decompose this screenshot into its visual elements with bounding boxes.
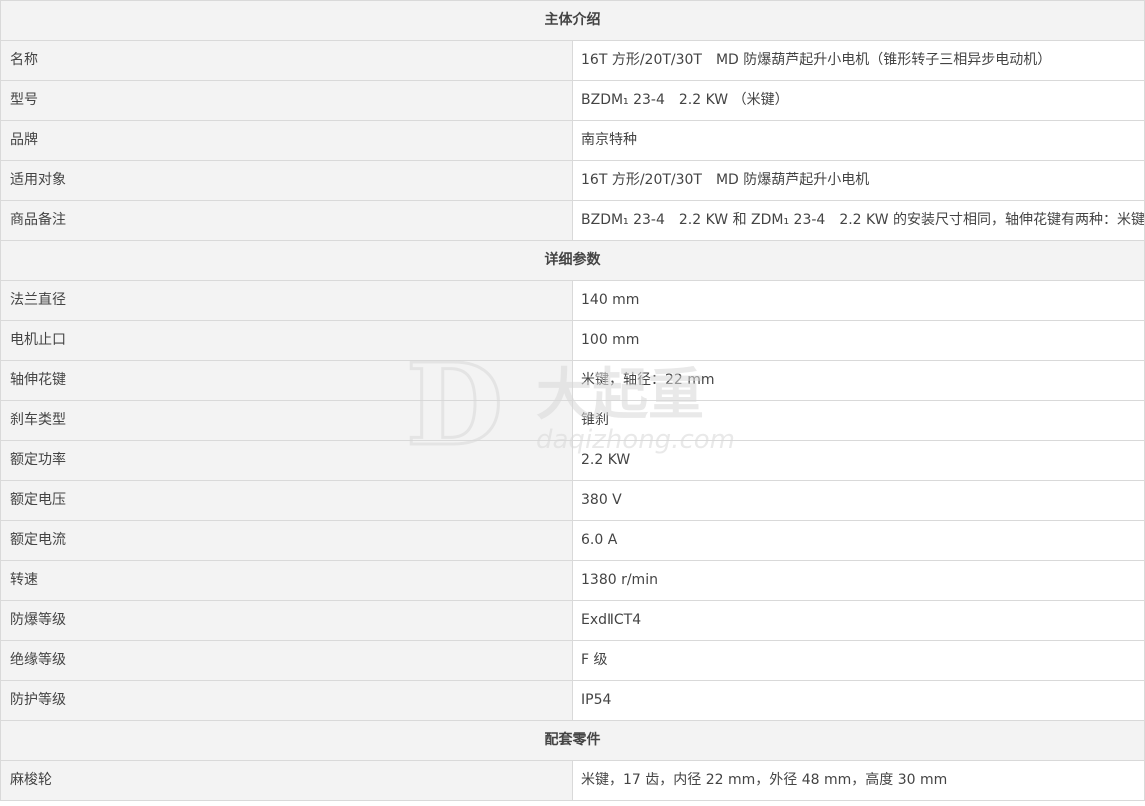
table-row: 额定电流 6.0 A [0,520,1145,561]
row-label: 法兰直径 [0,280,573,321]
row-value: 1380 r/min [572,560,1145,601]
table-row: 转速 1380 r/min [0,560,1145,601]
row-value: ExdⅡCT4 [572,600,1145,641]
row-value: 100 mm [572,320,1145,361]
section-header-parts: 配套零件 [0,720,1145,761]
table-row: 适用对象 16T 方形/20T/30T MD 防爆葫芦起升小电机 [0,160,1145,201]
row-value: 米键，17 齿，内径 22 mm，外径 48 mm，高度 30 mm [572,760,1145,801]
row-value: 锥刹 [572,400,1145,441]
row-value: 140 mm [572,280,1145,321]
row-label: 型号 [0,80,573,121]
table-row: 轴伸花键 米键，轴径：22 mm [0,360,1145,401]
table-row: 额定电压 380 V [0,480,1145,521]
row-label: 适用对象 [0,160,573,201]
table-row: 额定功率 2.2 KW [0,440,1145,481]
row-value: BZDM₁ 23-4 2.2 KW 和 ZDM₁ 23-4 2.2 KW 的安装… [572,200,1145,241]
section-header-intro: 主体介绍 [0,0,1145,41]
row-label: 品牌 [0,120,573,161]
row-value: 6.0 A [572,520,1145,561]
table-row: 电机止口 100 mm [0,320,1145,361]
table-row: 名称 16T 方形/20T/30T MD 防爆葫芦起升小电机（锥形转子三相异步电… [0,40,1145,81]
row-label: 名称 [0,40,573,81]
row-value: 2.2 KW [572,440,1145,481]
table-row: 防爆等级 ExdⅡCT4 [0,600,1145,641]
row-label: 商品备注 [0,200,573,241]
row-value: F 级 [572,640,1145,681]
table-row: 品牌 南京特种 [0,120,1145,161]
table-row: 刹车类型 锥刹 [0,400,1145,441]
row-value: 南京特种 [572,120,1145,161]
row-label: 绝缘等级 [0,640,573,681]
row-label: 轴伸花键 [0,360,573,401]
row-label: 防爆等级 [0,600,573,641]
spec-table: 主体介绍 名称 16T 方形/20T/30T MD 防爆葫芦起升小电机（锥形转子… [0,0,1145,801]
row-label: 额定电压 [0,480,573,521]
row-label: 电机止口 [0,320,573,361]
row-label: 额定电流 [0,520,573,561]
row-label: 刹车类型 [0,400,573,441]
section-header-details: 详细参数 [0,240,1145,281]
row-value: 16T 方形/20T/30T MD 防爆葫芦起升小电机 [572,160,1145,201]
table-row: 商品备注 BZDM₁ 23-4 2.2 KW 和 ZDM₁ 23-4 2.2 K… [0,200,1145,241]
section-title: 详细参数 [0,240,1145,281]
table-row: 防护等级 IP54 [0,680,1145,721]
row-value: IP54 [572,680,1145,721]
section-title: 主体介绍 [0,0,1145,41]
row-label: 额定功率 [0,440,573,481]
section-title: 配套零件 [0,720,1145,761]
table-row: 麻梭轮 米键，17 齿，内径 22 mm，外径 48 mm，高度 30 mm [0,760,1145,801]
row-label: 转速 [0,560,573,601]
row-label: 麻梭轮 [0,760,573,801]
row-value: BZDM₁ 23-4 2.2 KW （米键） [572,80,1145,121]
row-label: 防护等级 [0,680,573,721]
table-row: 绝缘等级 F 级 [0,640,1145,681]
row-value: 16T 方形/20T/30T MD 防爆葫芦起升小电机（锥形转子三相异步电动机） [572,40,1145,81]
table-row: 法兰直径 140 mm [0,280,1145,321]
row-value: 380 V [572,480,1145,521]
row-value: 米键，轴径：22 mm [572,360,1145,401]
table-row: 型号 BZDM₁ 23-4 2.2 KW （米键） [0,80,1145,121]
